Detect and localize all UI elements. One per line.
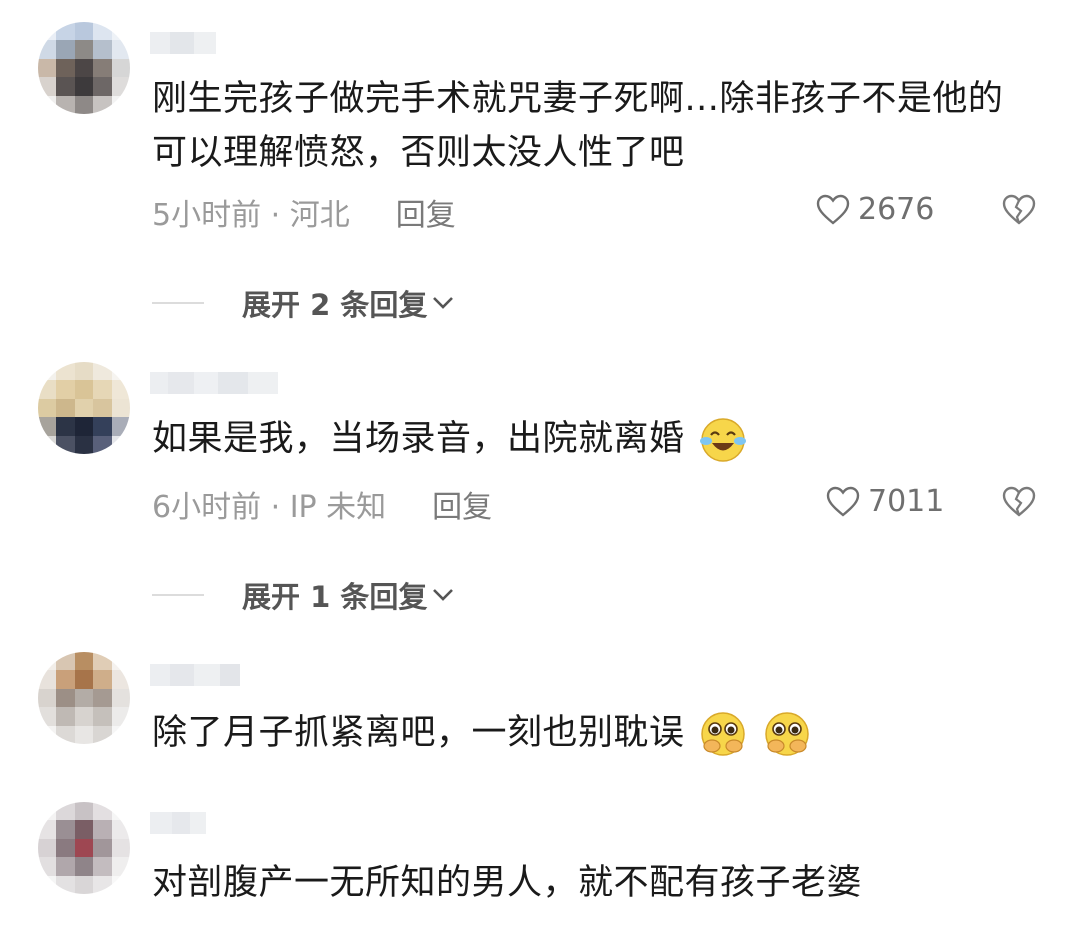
- timestamp-location: 6小时前 · IP 未知: [152, 490, 387, 525]
- heart-outline-icon: [826, 486, 860, 517]
- pleading-hands-emoji: [765, 712, 809, 756]
- comment-text: 除了月子抓紧离吧，一刻也别耽误: [152, 706, 1032, 760]
- comment-meta: 5小时前 · 河北 回复: [152, 190, 456, 234]
- comment-text: 刚生完孩子做完手术就咒妻子死啊...除非孩子不是他的可以理解愤怒，否则太没人性了…: [152, 79, 1004, 173]
- divider-line: [152, 594, 204, 596]
- dislike-button[interactable]: [1002, 194, 1036, 230]
- crying-laughing-emoji: [700, 418, 747, 462]
- avatar[interactable]: [38, 652, 130, 744]
- broken-heart-icon: [1002, 194, 1036, 225]
- comment-text-body: 如果是我，当场录音，出院就离婚: [152, 419, 685, 459]
- chevron-down-icon: [433, 589, 454, 601]
- like-count: 7011: [868, 484, 945, 519]
- expand-label: 展开 1 条回复: [242, 580, 428, 614]
- like-count: 2676: [858, 192, 935, 227]
- like-button[interactable]: 7011: [826, 484, 944, 519]
- avatar[interactable]: [38, 22, 130, 114]
- avatar[interactable]: [38, 362, 130, 454]
- expand-replies-button[interactable]: 展开 1 条回复: [152, 574, 455, 616]
- comment-meta: 6小时前 · IP 未知 回复: [152, 482, 492, 526]
- divider-line: [152, 302, 204, 304]
- pleading-hands-emoji: [701, 712, 745, 756]
- avatar[interactable]: [38, 802, 130, 894]
- expand-label: 展开 2 条回复: [242, 288, 428, 322]
- username-redacted[interactable]: [150, 32, 216, 54]
- timestamp-location: 5小时前 · 河北: [152, 198, 350, 233]
- username-redacted[interactable]: [150, 372, 278, 394]
- comment-text: 对剖腹产一无所知的男人，就不配有孩子老婆: [152, 863, 863, 903]
- chevron-down-icon: [433, 297, 454, 309]
- reply-button[interactable]: 回复: [432, 482, 492, 526]
- like-button[interactable]: 2676: [816, 192, 934, 227]
- comment-text: 如果是我，当场录音，出院就离婚: [152, 412, 1032, 466]
- dislike-button[interactable]: [1002, 486, 1036, 522]
- comment-text-body: 除了月子抓紧离吧，一刻也别耽误: [152, 713, 685, 753]
- broken-heart-icon: [1002, 486, 1036, 517]
- username-redacted[interactable]: [150, 812, 206, 834]
- expand-replies-button[interactable]: 展开 2 条回复: [152, 282, 455, 324]
- heart-outline-icon: [816, 194, 850, 225]
- username-redacted[interactable]: [150, 664, 240, 686]
- reply-button[interactable]: 回复: [396, 190, 456, 234]
